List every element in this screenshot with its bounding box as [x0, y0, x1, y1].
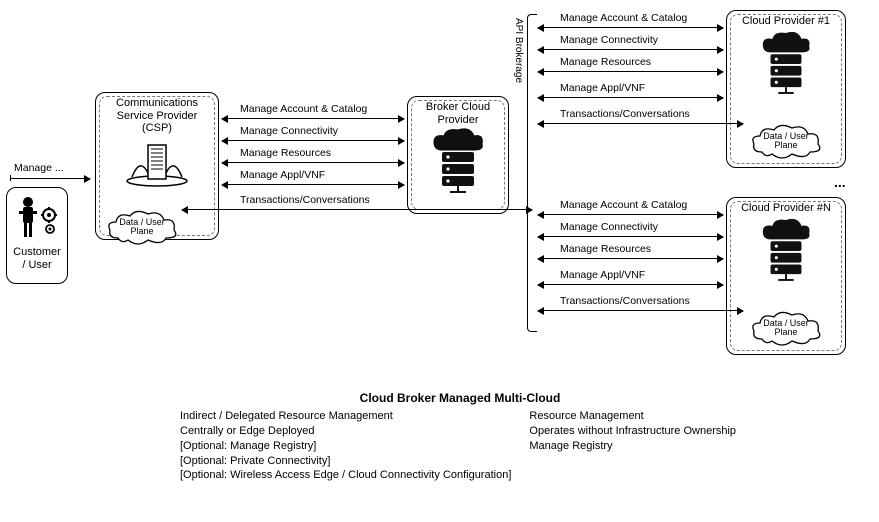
csp-label-3: (CSP): [100, 122, 214, 135]
footer-title: Cloud Broker Managed Multi-Cloud: [180, 391, 740, 405]
lbl-cp1-2: Manage Resources: [560, 56, 651, 68]
footer-right-1: Operates without Infrastructure Ownershi…: [529, 424, 736, 439]
cloud-server-icon: [757, 217, 815, 283]
cloud-server-icon: [428, 128, 488, 194]
cloud-cpn-label: Data / UserPlane: [748, 309, 824, 338]
arrow-cp1-2: [538, 71, 723, 72]
footer: Cloud Broker Managed Multi-Cloud Indirec…: [180, 391, 740, 483]
arrow-csp-broker-2: [222, 162, 404, 163]
node-broker: Broker Cloud Provider: [407, 96, 509, 214]
lbl-cpn-3: Manage Appl/VNF: [560, 269, 645, 281]
arrow-csp-broker-1: [222, 140, 404, 141]
user-gears-icon: [14, 194, 60, 244]
arrow-csp-broker-0: [222, 118, 404, 119]
customer-label-2: / User: [11, 259, 63, 272]
arrow-csp-broker-4: [182, 209, 532, 210]
footer-col-right: Resource Management Operates without Inf…: [529, 409, 736, 483]
node-customer: Customer / User: [6, 187, 68, 284]
csp-label-1: Communications: [100, 97, 214, 110]
lbl-cp1-1: Manage Connectivity: [560, 34, 658, 46]
arrow-cpn-1: [538, 236, 723, 237]
lbl-csp-broker-4: Transactions/Conversations: [240, 194, 370, 206]
cloud-server-icon: [757, 30, 815, 96]
arrow-cp1-0: [538, 27, 723, 28]
arrow-cpn-0: [538, 214, 723, 215]
arrow-cp1-1: [538, 49, 723, 50]
lbl-cp1-4: Transactions/Conversations: [560, 108, 690, 120]
cloud-csp: Data / UserPlane: [104, 208, 180, 248]
lbl-cpn-0: Manage Account & Catalog: [560, 199, 687, 211]
lbl-csp-broker-1: Manage Connectivity: [240, 125, 338, 137]
lbl-cp1-3: Manage Appl/VNF: [560, 82, 645, 94]
lbl-cp1-0: Manage Account & Catalog: [560, 12, 687, 24]
footer-right-2: Manage Registry: [529, 439, 736, 454]
csp-label-2: Service Provider: [100, 110, 214, 123]
manage-label: Manage ...: [14, 162, 64, 174]
customer-label-1: Customer: [11, 246, 63, 259]
arrow-cp1-3: [538, 97, 723, 98]
api-bracket: [527, 14, 537, 332]
cloud-cp1-label: Data / UserPlane: [748, 122, 824, 151]
lbl-csp-broker-3: Manage Appl/VNF: [240, 169, 325, 181]
footer-left-3: [Optional: Private Connectivity]: [180, 454, 511, 469]
building-icon: [122, 137, 192, 187]
footer-left-2: [Optional: Manage Registry]: [180, 439, 511, 454]
cpn-title: Cloud Provider #N: [731, 202, 841, 215]
arrow-cp1-4: [538, 123, 743, 124]
cloud-cp1: Data / UserPlane: [748, 122, 824, 162]
cloud-csp-label: Data / UserPlane: [104, 208, 180, 237]
arrow-cpn-2: [538, 258, 723, 259]
footer-left-1: Centrally or Edge Deployed: [180, 424, 511, 439]
provider-ellipsis: ...: [834, 174, 846, 190]
lbl-cpn-4: Transactions/Conversations: [560, 295, 690, 307]
footer-col-left: Indirect / Delegated Resource Management…: [180, 409, 511, 483]
lbl-cpn-2: Manage Resources: [560, 243, 651, 255]
broker-label-2: Provider: [412, 114, 504, 127]
arrow-manage: [10, 178, 90, 179]
broker-label-1: Broker Cloud: [412, 101, 504, 114]
arrow-csp-broker-3: [222, 184, 404, 185]
lbl-cpn-1: Manage Connectivity: [560, 221, 658, 233]
cp1-title: Cloud Provider #1: [731, 15, 841, 28]
arrow-cpn-3: [538, 284, 723, 285]
lbl-csp-broker-0: Manage Account & Catalog: [240, 103, 367, 115]
footer-right-0: Resource Management: [529, 409, 736, 424]
lbl-csp-broker-2: Manage Resources: [240, 147, 331, 159]
api-brokerage-label: API Brokerage: [513, 18, 524, 83]
footer-left-0: Indirect / Delegated Resource Management: [180, 409, 511, 424]
footer-left-4: [Optional: Wireless Access Edge / Cloud …: [180, 468, 511, 483]
cloud-cpn: Data / UserPlane: [748, 309, 824, 349]
arrow-cpn-4: [538, 310, 743, 311]
